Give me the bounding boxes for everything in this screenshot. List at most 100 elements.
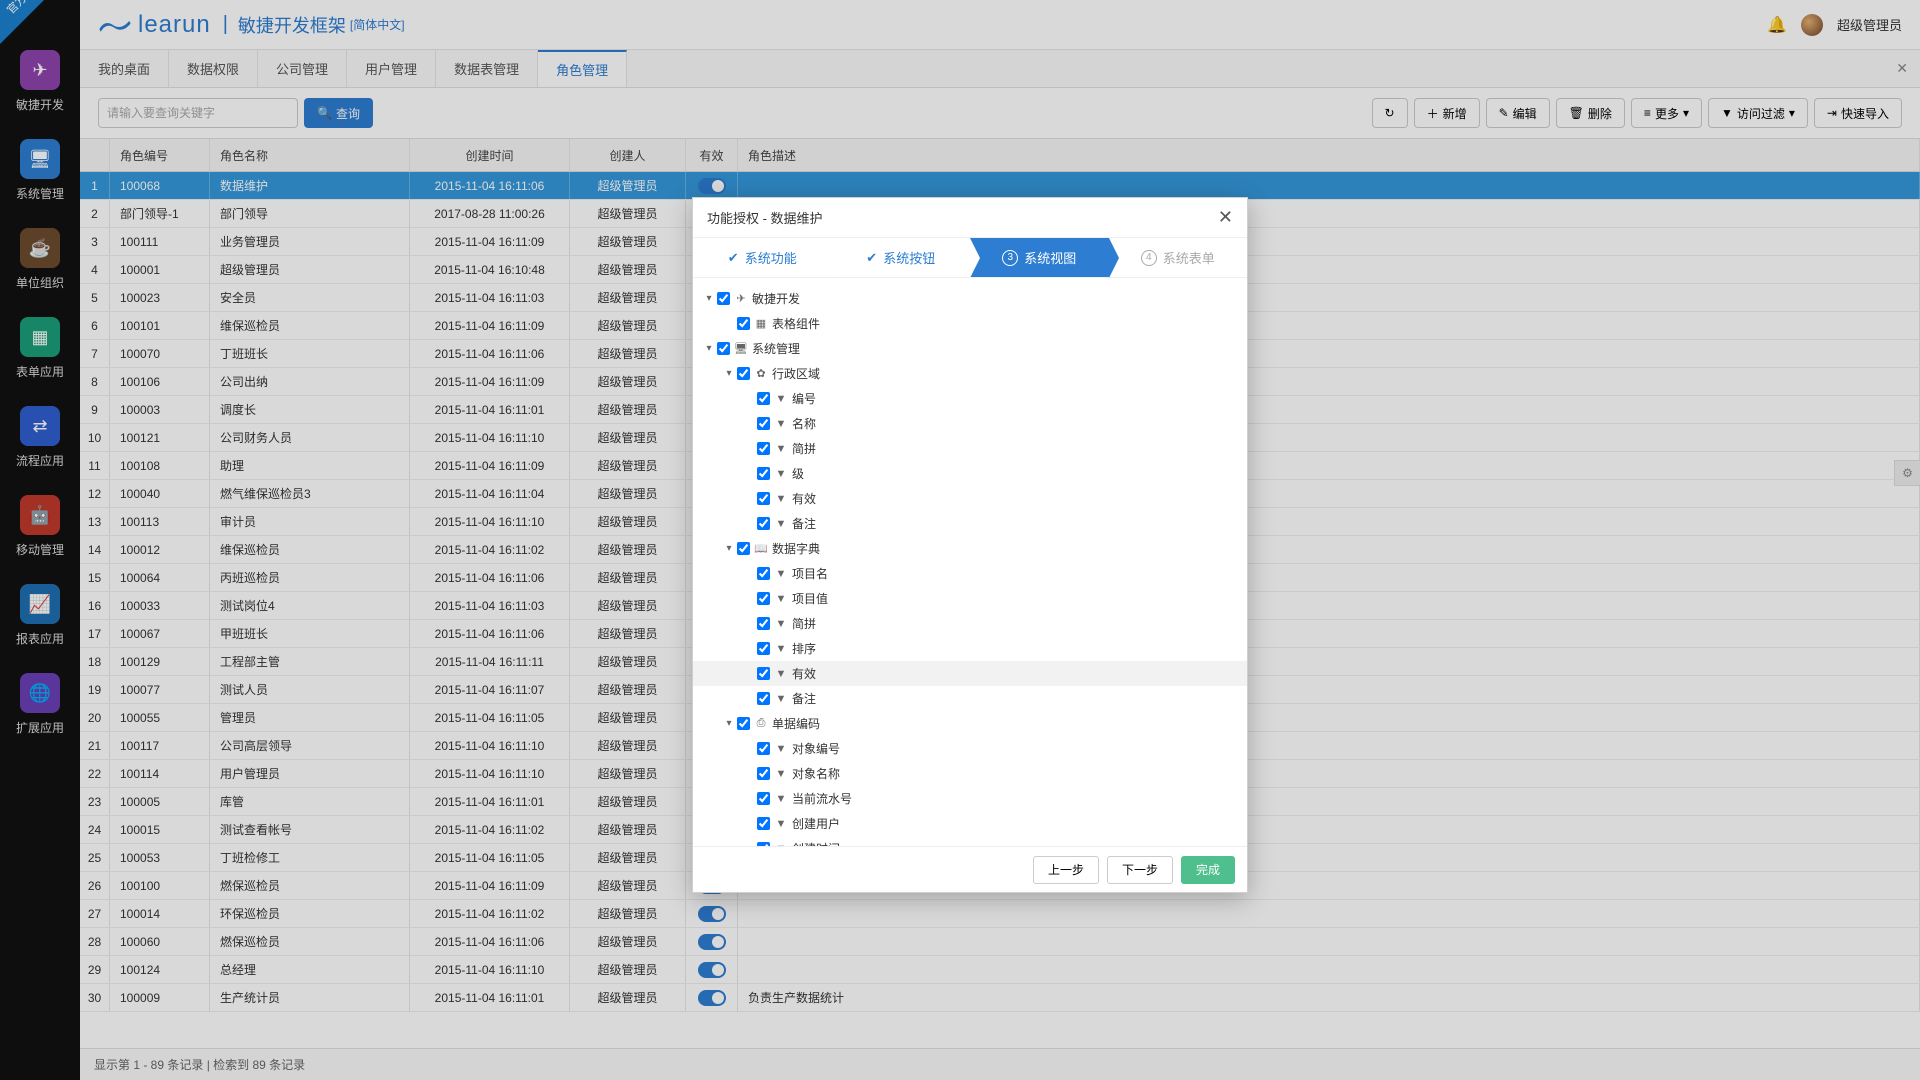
col-code[interactable]: 角色编号: [110, 139, 210, 171]
tab-2[interactable]: 公司管理: [258, 50, 347, 87]
next-button[interactable]: 下一步: [1107, 856, 1173, 884]
tree-checkbox[interactable]: [757, 392, 770, 405]
tree-checkbox[interactable]: [737, 317, 750, 330]
tree-node[interactable]: ▼对象名称: [693, 761, 1247, 786]
filter-button[interactable]: ▼ 访问过滤 ▾: [1708, 98, 1808, 128]
tree-checkbox[interactable]: [737, 542, 750, 555]
delete-button[interactable]: 🗑 删除: [1556, 98, 1625, 128]
tree-node[interactable]: ▼级: [693, 461, 1247, 486]
tree-node[interactable]: ▼项目名: [693, 561, 1247, 586]
tree-checkbox[interactable]: [717, 342, 730, 355]
col-time[interactable]: 创建时间: [410, 139, 570, 171]
sidebar-item-7[interactable]: 🌐扩展应用: [16, 659, 64, 748]
table-row[interactable]: 28100060燃保巡检员2015-11-04 16:11:06超级管理员: [80, 928, 1920, 956]
tab-5[interactable]: 角色管理: [538, 50, 627, 87]
tree-checkbox[interactable]: [757, 667, 770, 680]
tree-node[interactable]: ▼备注: [693, 686, 1247, 711]
expand-icon[interactable]: ▾: [703, 293, 715, 304]
tree-checkbox[interactable]: [757, 692, 770, 705]
tree-node[interactable]: ▼当前流水号: [693, 786, 1247, 811]
tree-checkbox[interactable]: [757, 442, 770, 455]
tree-checkbox[interactable]: [757, 467, 770, 480]
wizard-step-3[interactable]: 4系统表单: [1109, 238, 1248, 277]
col-name[interactable]: 角色名称: [210, 139, 410, 171]
table-row[interactable]: 29100124总经理2015-11-04 16:11:10超级管理员: [80, 956, 1920, 984]
col-desc[interactable]: 角色描述: [738, 139, 1920, 171]
avatar[interactable]: [1801, 14, 1823, 36]
valid-toggle[interactable]: [698, 906, 726, 922]
tree-checkbox[interactable]: [737, 717, 750, 730]
tree-node[interactable]: ▼创建用户: [693, 811, 1247, 836]
tree-checkbox[interactable]: [757, 792, 770, 805]
add-button[interactable]: ＋ 新增: [1414, 98, 1480, 128]
refresh-button[interactable]: ↻: [1372, 98, 1408, 128]
prev-button[interactable]: 上一步: [1033, 856, 1099, 884]
tree-node[interactable]: ▼名称: [693, 411, 1247, 436]
tree-checkbox[interactable]: [757, 642, 770, 655]
tree-node[interactable]: ▼简拼: [693, 436, 1247, 461]
settings-gear-icon[interactable]: ⚙: [1894, 460, 1920, 486]
tree-node[interactable]: ▼创建时间: [693, 836, 1247, 846]
bell-icon[interactable]: 🔔: [1767, 15, 1787, 35]
tree-node[interactable]: ▦表格组件: [693, 311, 1247, 336]
tree-node[interactable]: ▼排序: [693, 636, 1247, 661]
tree-node[interactable]: ▼对象编号: [693, 736, 1247, 761]
sidebar-item-1[interactable]: 🖥系统管理: [16, 125, 64, 214]
sidebar-item-5[interactable]: 🤖移动管理: [16, 481, 64, 570]
tree-checkbox[interactable]: [757, 742, 770, 755]
finish-button[interactable]: 完成: [1181, 856, 1235, 884]
tree-node[interactable]: ▼简拼: [693, 611, 1247, 636]
sidebar-item-3[interactable]: ▦表单应用: [16, 303, 64, 392]
table-row[interactable]: 30100009生产统计员2015-11-04 16:11:01超级管理员负责生…: [80, 984, 1920, 1012]
valid-toggle[interactable]: [698, 990, 726, 1006]
sidebar-item-6[interactable]: 📈报表应用: [16, 570, 64, 659]
tree-checkbox[interactable]: [757, 567, 770, 580]
table-row[interactable]: 1100068数据维护2015-11-04 16:11:06超级管理员: [80, 172, 1920, 200]
tree-checkbox[interactable]: [717, 292, 730, 305]
tree-checkbox[interactable]: [757, 592, 770, 605]
expand-icon[interactable]: ▾: [723, 368, 735, 379]
tree-checkbox[interactable]: [757, 767, 770, 780]
expand-icon[interactable]: ▾: [723, 543, 735, 554]
sidebar-item-2[interactable]: ☕单位组织: [16, 214, 64, 303]
tab-0[interactable]: 我的桌面: [80, 50, 169, 87]
more-button[interactable]: ≡ 更多 ▾: [1631, 98, 1702, 128]
table-row[interactable]: 27100014环保巡检员2015-11-04 16:11:02超级管理员: [80, 900, 1920, 928]
tree-node[interactable]: ▾✿行政区域: [693, 361, 1247, 386]
search-button[interactable]: 🔍 查询: [304, 98, 373, 128]
tree-checkbox[interactable]: [757, 517, 770, 530]
tree-node[interactable]: ▼编号: [693, 386, 1247, 411]
tree-node[interactable]: ▾📖数据字典: [693, 536, 1247, 561]
valid-toggle[interactable]: [698, 934, 726, 950]
sidebar-item-0[interactable]: ✈敏捷开发: [16, 36, 64, 125]
language-label[interactable]: [简体中文]: [350, 16, 405, 33]
tree-node[interactable]: ▾✈敏捷开发: [693, 286, 1247, 311]
edit-button[interactable]: ✎ 编辑: [1486, 98, 1550, 128]
user-name[interactable]: 超级管理员: [1837, 15, 1902, 34]
export-button[interactable]: ⇥ 快速导入: [1814, 98, 1902, 128]
permission-tree[interactable]: ▾✈敏捷开发▦表格组件▾🖥系统管理▾✿行政区域▼编号▼名称▼简拼▼级▼有效▼备注…: [693, 278, 1247, 846]
tree-checkbox[interactable]: [737, 367, 750, 380]
tree-checkbox[interactable]: [757, 492, 770, 505]
search-input[interactable]: [98, 98, 298, 128]
tabs-close-icon[interactable]: ✕: [1884, 50, 1920, 87]
expand-icon[interactable]: ▾: [703, 343, 715, 354]
sidebar-item-4[interactable]: ⇄流程应用: [16, 392, 64, 481]
wizard-step-0[interactable]: ✔系统功能: [693, 238, 832, 277]
tree-checkbox[interactable]: [757, 417, 770, 430]
tree-node[interactable]: ▼有效: [693, 486, 1247, 511]
valid-toggle[interactable]: [698, 962, 726, 978]
tree-node[interactable]: ▼项目值: [693, 586, 1247, 611]
wizard-step-2[interactable]: 3系统视图: [970, 238, 1109, 277]
close-icon[interactable]: ✕: [1218, 207, 1233, 228]
expand-icon[interactable]: ▾: [723, 718, 735, 729]
tree-checkbox[interactable]: [757, 817, 770, 830]
valid-toggle[interactable]: [698, 178, 726, 194]
tree-node[interactable]: ▼有效: [693, 661, 1247, 686]
col-valid[interactable]: 有效: [686, 139, 738, 171]
wizard-step-1[interactable]: ✔系统按钮: [832, 238, 971, 277]
tab-4[interactable]: 数据表管理: [436, 50, 538, 87]
tree-node[interactable]: ▾⎙单据编码: [693, 711, 1247, 736]
tab-3[interactable]: 用户管理: [347, 50, 436, 87]
tree-checkbox[interactable]: [757, 617, 770, 630]
